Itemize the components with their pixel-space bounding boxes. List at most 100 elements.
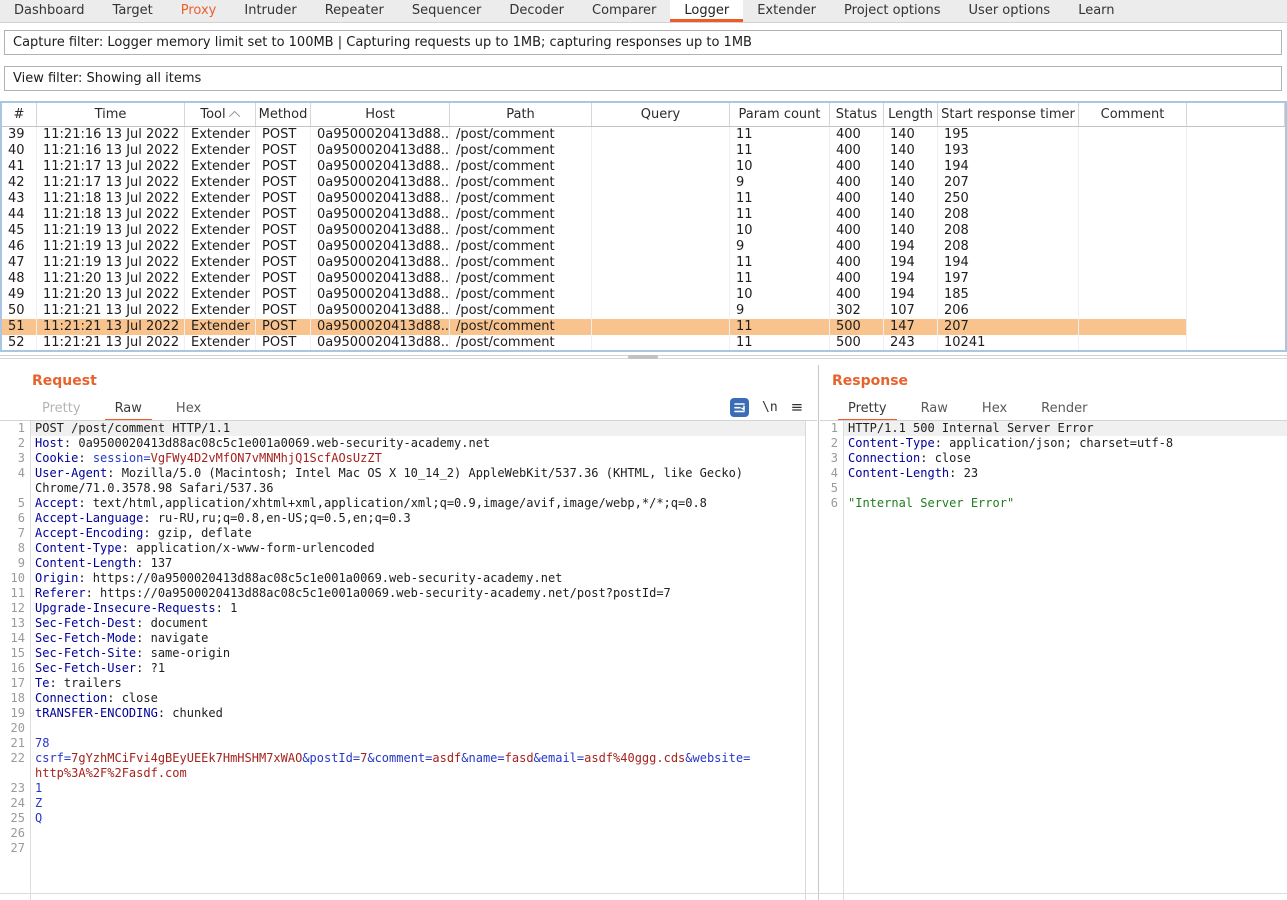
table-cell: 207 bbox=[938, 319, 1079, 335]
table-cell: 500 bbox=[830, 319, 884, 335]
nav-tab-dashboard[interactable]: Dashboard bbox=[0, 0, 99, 22]
column-header-path[interactable]: Path bbox=[450, 103, 592, 126]
line-number: 3 bbox=[820, 451, 843, 466]
table-row[interactable]: 4511:21:19 13 Jul 2022ExtenderPOST0a9500… bbox=[2, 223, 1285, 239]
table-cell bbox=[592, 223, 730, 239]
response-editor[interactable]: 1HTTP/1.1 500 Internal Server Error2Cont… bbox=[820, 421, 1287, 900]
table-row[interactable]: 4611:21:19 13 Jul 2022ExtenderPOST0a9500… bbox=[2, 239, 1285, 255]
column-header-param-count[interactable]: Param count bbox=[730, 103, 830, 126]
table-row[interactable]: 4811:21:20 13 Jul 2022ExtenderPOST0a9500… bbox=[2, 271, 1285, 287]
nav-tab-decoder[interactable]: Decoder bbox=[495, 0, 578, 22]
table-cell: Extender bbox=[185, 127, 256, 143]
table-cell: 11:21:19 13 Jul 2022 bbox=[37, 255, 185, 271]
table-cell: 0a9500020413d88... bbox=[311, 287, 450, 303]
column-header-comment[interactable]: Comment bbox=[1079, 103, 1187, 126]
editor-line: 12Upgrade-Insecure-Requests: 1 bbox=[0, 601, 805, 616]
table-row[interactable]: 5111:21:21 13 Jul 2022ExtenderPOST0a9500… bbox=[2, 319, 1285, 335]
table-cell: POST bbox=[256, 191, 311, 207]
table-cell bbox=[592, 271, 730, 287]
table-cell: 400 bbox=[830, 159, 884, 175]
table-row[interactable]: 5211:21:21 13 Jul 2022ExtenderPOST0a9500… bbox=[2, 335, 1285, 351]
table-row[interactable]: 4011:21:16 13 Jul 2022ExtenderPOST0a9500… bbox=[2, 143, 1285, 159]
table-cell: 11:21:20 13 Jul 2022 bbox=[37, 287, 185, 303]
nav-tab-extender[interactable]: Extender bbox=[743, 0, 830, 22]
table-row[interactable]: 4111:21:17 13 Jul 2022ExtenderPOST0a9500… bbox=[2, 159, 1285, 175]
line-number: 1 bbox=[820, 421, 843, 436]
view-filter-bar[interactable]: View filter: Showing all items bbox=[4, 66, 1282, 91]
splitter-grip[interactable] bbox=[628, 355, 658, 359]
nav-tab-comparer[interactable]: Comparer bbox=[578, 0, 670, 22]
column-header--[interactable]: # bbox=[2, 103, 37, 126]
table-cell: /post/comment bbox=[450, 223, 592, 239]
nav-tab-intruder[interactable]: Intruder bbox=[230, 0, 310, 22]
table-cell: 400 bbox=[830, 143, 884, 159]
table-row[interactable]: 4211:21:17 13 Jul 2022ExtenderPOST0a9500… bbox=[2, 175, 1285, 191]
nav-tab-target[interactable]: Target bbox=[99, 0, 167, 22]
line-number: 21 bbox=[0, 736, 30, 751]
table-cell: Extender bbox=[185, 255, 256, 271]
line-number: 12 bbox=[0, 601, 30, 616]
nav-tab-project-options[interactable]: Project options bbox=[830, 0, 955, 22]
line-number: 16 bbox=[0, 661, 30, 676]
column-header-query[interactable]: Query bbox=[592, 103, 730, 126]
line-content bbox=[30, 721, 805, 736]
editor-line: 2Content-Type: application/json; charset… bbox=[820, 436, 1287, 451]
newline-toggle-icon[interactable]: \n bbox=[762, 400, 778, 415]
response-tab-render[interactable]: Render bbox=[1027, 397, 1101, 420]
column-header-status[interactable]: Status bbox=[830, 103, 884, 126]
response-tab-pretty[interactable]: Pretty bbox=[834, 397, 901, 420]
column-header-length[interactable]: Length bbox=[884, 103, 938, 126]
pretty-print-icon[interactable] bbox=[730, 398, 749, 417]
editor-menu-icon[interactable]: ≡ bbox=[791, 398, 804, 416]
vertical-splitter[interactable] bbox=[818, 365, 819, 900]
capture-filter-bar[interactable]: Capture filter: Logger memory limit set … bbox=[4, 30, 1282, 55]
logger-entries-table[interactable]: #TimeToolMethodHostPathQueryParam countS… bbox=[0, 101, 1287, 352]
table-row[interactable]: 4311:21:18 13 Jul 2022ExtenderPOST0a9500… bbox=[2, 191, 1285, 207]
table-cell: POST bbox=[256, 159, 311, 175]
table-row[interactable]: 4711:21:19 13 Jul 2022ExtenderPOST0a9500… bbox=[2, 255, 1285, 271]
table-cell: 0a9500020413d88... bbox=[311, 159, 450, 175]
line-content: Content-Type: application/x-www-form-url… bbox=[30, 541, 805, 556]
column-header-start-response-timer[interactable]: Start response timer bbox=[938, 103, 1079, 126]
table-cell: 11:21:16 13 Jul 2022 bbox=[37, 127, 185, 143]
table-row[interactable]: 5011:21:21 13 Jul 2022ExtenderPOST0a9500… bbox=[2, 303, 1285, 319]
table-cell: /post/comment bbox=[450, 191, 592, 207]
table-cell: 400 bbox=[830, 191, 884, 207]
column-header-method[interactable]: Method bbox=[256, 103, 311, 126]
table-cell: POST bbox=[256, 255, 311, 271]
horizontal-splitter[interactable] bbox=[0, 352, 1287, 365]
main-nav-tabs: DashboardTargetProxyIntruderRepeaterSequ… bbox=[0, 0, 1287, 23]
table-cell: 250 bbox=[938, 191, 1079, 207]
table-cell: 40 bbox=[2, 143, 37, 159]
column-header-host[interactable]: Host bbox=[311, 103, 450, 126]
request-tab-pretty[interactable]: Pretty bbox=[28, 397, 95, 420]
table-row[interactable]: 4911:21:20 13 Jul 2022ExtenderPOST0a9500… bbox=[2, 287, 1285, 303]
nav-tab-sequencer[interactable]: Sequencer bbox=[398, 0, 495, 22]
table-cell: 0a9500020413d88... bbox=[311, 175, 450, 191]
response-tab-hex[interactable]: Hex bbox=[968, 397, 1021, 420]
editor-line: 22csrf=7gYzhMCiFvi4gBEyUEEk7HmHSHM7xWAO&… bbox=[0, 751, 805, 781]
request-tab-raw[interactable]: Raw bbox=[101, 397, 156, 420]
table-cell: 0a9500020413d88... bbox=[311, 239, 450, 255]
table-cell bbox=[592, 303, 730, 319]
line-number: 26 bbox=[0, 826, 30, 841]
nav-tab-repeater[interactable]: Repeater bbox=[311, 0, 398, 22]
line-content: Content-Type: application/json; charset=… bbox=[843, 436, 1287, 451]
response-tab-raw[interactable]: Raw bbox=[907, 397, 962, 420]
column-header-tool[interactable]: Tool bbox=[185, 103, 256, 126]
table-row[interactable]: 4411:21:18 13 Jul 2022ExtenderPOST0a9500… bbox=[2, 207, 1285, 223]
table-body: 3911:21:16 13 Jul 2022ExtenderPOST0a9500… bbox=[2, 127, 1285, 352]
editor-line: 5 bbox=[820, 481, 1287, 496]
table-cell: 243 bbox=[884, 335, 938, 351]
table-row[interactable]: 3911:21:16 13 Jul 2022ExtenderPOST0a9500… bbox=[2, 127, 1285, 143]
request-tab-hex[interactable]: Hex bbox=[162, 397, 215, 420]
editor-line: 231 bbox=[0, 781, 805, 796]
nav-tab-user-options[interactable]: User options bbox=[955, 0, 1065, 22]
request-editor[interactable]: 1POST /post/comment HTTP/1.12Host: 0a950… bbox=[0, 421, 806, 900]
table-cell: 44 bbox=[2, 207, 37, 223]
nav-tab-proxy[interactable]: Proxy bbox=[167, 0, 231, 22]
table-cell: 0a9500020413d88... bbox=[311, 319, 450, 335]
column-header-time[interactable]: Time bbox=[37, 103, 185, 126]
nav-tab-logger[interactable]: Logger bbox=[670, 0, 743, 22]
nav-tab-learn[interactable]: Learn bbox=[1064, 0, 1128, 22]
